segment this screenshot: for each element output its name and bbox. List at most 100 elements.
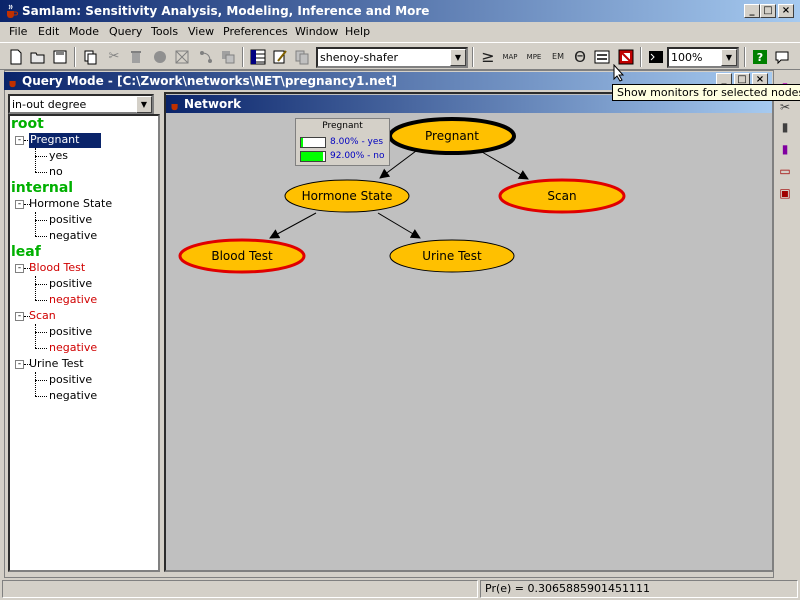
chevron-down-icon[interactable]: ▼: [721, 49, 737, 66]
pregnant-monitor[interactable]: Pregnant 8.00% - yes 92.00% - no: [295, 118, 390, 166]
copy-icon[interactable]: [80, 47, 100, 67]
edit-pencil-icon[interactable]: [270, 47, 290, 67]
tree-connector: [35, 284, 47, 285]
chevron-down-icon[interactable]: ▼: [136, 96, 152, 113]
show-monitors-icon[interactable]: [592, 47, 612, 67]
tree-state-negative[interactable]: negative: [49, 229, 97, 242]
collapse-icon[interactable]: -: [15, 312, 24, 321]
collapse-icon[interactable]: -: [15, 200, 24, 209]
toolbar-separator: [744, 47, 746, 67]
chevron-down-icon[interactable]: ▼: [450, 49, 466, 66]
tree-state-positive[interactable]: positive: [49, 277, 92, 290]
tree-connector: [35, 348, 47, 349]
copy-evidence-icon[interactable]: [292, 47, 312, 67]
menu-file[interactable]: File: [9, 25, 27, 38]
copy-node-icon[interactable]: [218, 47, 238, 67]
minimize-button[interactable]: _: [744, 4, 760, 18]
em-learning-icon[interactable]: EM: [548, 47, 568, 67]
tree-node-scan[interactable]: Scan: [29, 309, 56, 322]
node-hormone-state[interactable]: Hormone State: [284, 179, 410, 213]
menu-window[interactable]: Window: [295, 25, 338, 38]
node-urine-test[interactable]: Urine Test: [389, 239, 515, 273]
tree-state-negative[interactable]: negative: [49, 341, 97, 354]
menu-edit[interactable]: Edit: [38, 25, 59, 38]
window-titlebar: SamIam: Sensitivity Analysis, Modeling, …: [0, 0, 800, 22]
status-bar: Pr(e) = 0.3065885901451111: [0, 578, 800, 600]
sensitivity-geq-icon[interactable]: ≥: [478, 47, 498, 67]
menu-tools[interactable]: Tools: [151, 25, 178, 38]
add-node-circle-icon[interactable]: [150, 47, 170, 67]
tree-connector: [35, 212, 36, 236]
new-file-icon[interactable]: [6, 47, 26, 67]
node-blood-test[interactable]: Blood Test: [178, 238, 306, 274]
theta-icon[interactable]: Θ: [570, 47, 590, 67]
cylinder-icon[interactable]: ▮: [776, 140, 794, 158]
tree-state-negative[interactable]: negative: [49, 293, 97, 306]
algorithm-select[interactable]: shenoy-shafer ▼: [316, 47, 468, 68]
menu-mode[interactable]: Mode: [69, 25, 99, 38]
collapse-icon[interactable]: -: [15, 360, 24, 369]
tree-node-blood-test[interactable]: Blood Test: [29, 261, 85, 274]
open-folder-icon[interactable]: [28, 47, 48, 67]
mpe-icon[interactable]: MPE: [524, 47, 544, 67]
map-icon[interactable]: MAP: [500, 47, 520, 67]
close-button[interactable]: ×: [778, 4, 794, 18]
tip-speech-icon[interactable]: [772, 47, 792, 67]
edge-pregnant-scan: [481, 151, 529, 180]
help-icon[interactable]: ?: [750, 47, 770, 67]
tree-connector: [35, 276, 36, 300]
tree-connector: [35, 236, 47, 237]
tree-state-positive[interactable]: positive: [49, 213, 92, 226]
zoom-select[interactable]: 100% ▼: [667, 47, 739, 68]
node-pregnant[interactable]: Pregnant: [388, 117, 516, 155]
toolbar-separator: [640, 47, 642, 67]
java-cup-icon: [7, 4, 18, 18]
console-icon[interactable]: [646, 47, 666, 67]
add-edge-icon[interactable]: [172, 47, 192, 67]
monitor-bar-no-fill: [301, 152, 324, 161]
tree-state-negative[interactable]: negative: [49, 389, 97, 402]
tree-connector: [35, 220, 47, 221]
node-scan[interactable]: Scan: [498, 178, 626, 214]
save-disk-icon[interactable]: [50, 47, 70, 67]
maximize-button[interactable]: □: [760, 4, 776, 18]
collapse-icon[interactable]: -: [15, 136, 24, 145]
clipboard-icon[interactable]: ▮: [776, 118, 794, 136]
tree-state-yes[interactable]: yes: [49, 149, 68, 162]
tree-node-pregnant[interactable]: Pregnant: [29, 133, 101, 148]
svg-text:?: ?: [757, 51, 763, 64]
algorithm-select-value: shenoy-shafer: [320, 51, 399, 64]
menu-preferences[interactable]: Preferences: [223, 25, 288, 38]
tree-connector: [35, 380, 47, 381]
menu-view[interactable]: View: [188, 25, 214, 38]
sort-order-select[interactable]: in-out degree ▼: [8, 94, 154, 114]
monitor-title: Pregnant: [322, 121, 363, 131]
tree-connector: [35, 372, 36, 396]
tree-state-positive[interactable]: positive: [49, 373, 92, 386]
collapse-icon[interactable]: -: [15, 264, 24, 273]
edge-hormone-urine: [377, 212, 421, 239]
tree-state-positive[interactable]: positive: [49, 325, 92, 338]
tree-connector: [35, 396, 47, 397]
monitor-label-yes: 8.00% - yes: [330, 137, 384, 147]
tree-connector: [35, 148, 36, 172]
menu-help[interactable]: Help: [345, 25, 370, 38]
tree-connector: [35, 324, 36, 348]
layout-edge-icon[interactable]: [196, 47, 216, 67]
menu-query[interactable]: Query: [109, 25, 142, 38]
tree-state-no[interactable]: no: [49, 165, 63, 178]
cut-scissors-icon[interactable]: ✂: [104, 47, 124, 67]
node-scan-label: Scan: [547, 189, 576, 203]
node-pregnant-label: Pregnant: [425, 129, 479, 143]
delete-bin-icon[interactable]: [126, 47, 146, 67]
tree-heading-root: root: [11, 116, 44, 132]
monitor-label-no: 92.00% - no: [330, 151, 385, 161]
save-disk-icon[interactable]: ▣: [776, 184, 794, 202]
eraser-icon[interactable]: ▭: [776, 162, 794, 180]
tree-node-urine-test[interactable]: Urine Test: [29, 357, 84, 370]
monitor-bar-yes-fill: [301, 138, 303, 147]
tree-connector: [35, 172, 47, 173]
compile-table-icon[interactable]: [248, 47, 268, 67]
tree-heading-leaf: leaf: [11, 244, 41, 260]
tree-node-hormone-state[interactable]: Hormone State: [29, 197, 112, 210]
